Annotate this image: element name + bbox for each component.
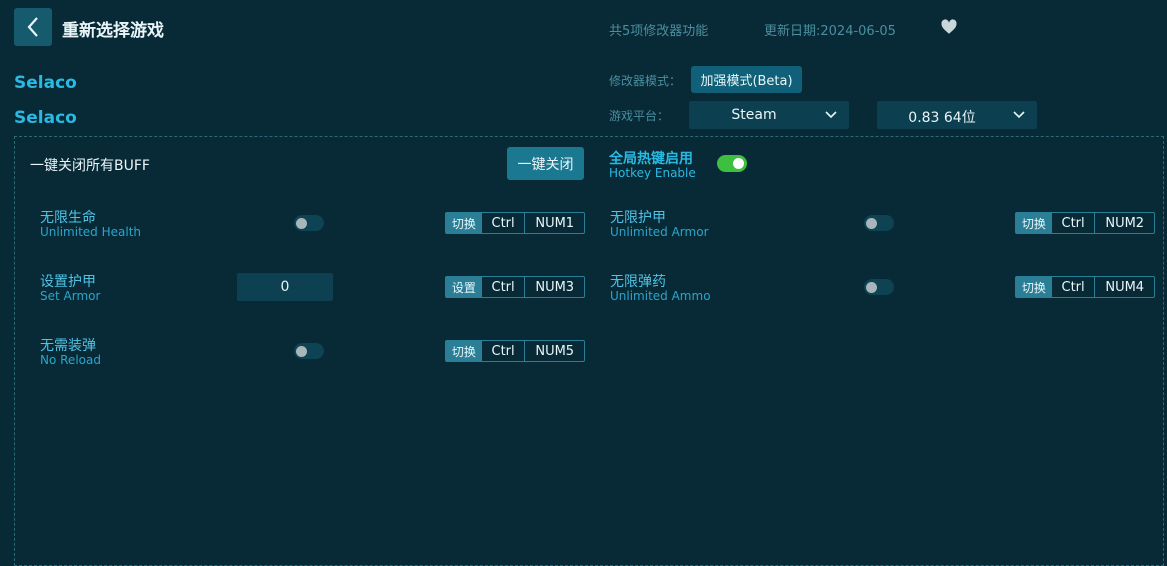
platform-select[interactable]: Steam [689, 101, 849, 129]
hotkey-group: 切换 Ctrl NUM5 [445, 340, 585, 362]
chevron-down-icon [1013, 111, 1025, 119]
option-toggle[interactable] [864, 215, 894, 231]
hotkey-key: NUM5 [535, 343, 575, 359]
option-label: 无限护甲 [610, 210, 666, 226]
armor-value-input[interactable] [237, 273, 333, 301]
option-label-en: Unlimited Health [40, 225, 142, 239]
version-value: 0.83 64位 [908, 110, 976, 126]
hotkey-group: 切换 Ctrl NUM2 [1015, 212, 1155, 234]
hotkey-action-button[interactable]: 切换 [1016, 277, 1052, 297]
hotkey-label: 全局热键启用 [609, 151, 693, 167]
option-label-en: Unlimited Armor [610, 225, 709, 239]
chevron-down-icon [825, 111, 837, 119]
mode-label: 修改器模式： [609, 74, 682, 88]
mode-button[interactable]: 加强模式(Beta) [691, 66, 802, 93]
back-arrow-icon [27, 17, 38, 37]
hotkey-action-button[interactable]: 设置 [446, 277, 482, 297]
option-label-en: No Reload [40, 353, 101, 367]
option-label-en: Unlimited Ammo [610, 289, 711, 303]
hotkey-action-button[interactable]: 切换 [446, 341, 482, 361]
platform-value: Steam [731, 107, 777, 123]
page-title: 重新选择游戏 [62, 21, 164, 41]
close-all-buff-label: 一键关闭所有BUFF [30, 158, 150, 174]
option-toggle[interactable] [864, 279, 894, 295]
option-label-en: Set Armor [40, 289, 101, 303]
heart-icon[interactable] [940, 18, 958, 36]
hotkey-modifier: Ctrl [482, 277, 526, 297]
option-label: 无限弹药 [610, 274, 666, 290]
toggle-knob [733, 158, 744, 169]
update-date: 更新日期:2024-06-05 [764, 24, 896, 39]
close-all-button[interactable]: 一键关闭 [507, 147, 584, 180]
hotkey-modifier: Ctrl [482, 213, 526, 233]
back-button[interactable] [14, 8, 52, 46]
option-label: 无需装弹 [40, 338, 96, 354]
hotkey-key: NUM4 [1105, 279, 1145, 295]
hotkey-modifier: Ctrl [1052, 277, 1096, 297]
hotkey-key: NUM1 [535, 215, 575, 231]
game-name: Selaco [14, 73, 77, 93]
hotkey-action-button[interactable]: 切换 [446, 213, 482, 233]
hotkey-key: NUM2 [1105, 215, 1145, 231]
hotkey-group: 设置 Ctrl NUM3 [445, 276, 585, 298]
hotkey-label-en: Hotkey Enable [609, 166, 696, 180]
hotkey-modifier: Ctrl [482, 341, 526, 361]
feature-count: 共5项修改器功能 [609, 24, 709, 39]
hotkey-group: 切换 Ctrl NUM4 [1015, 276, 1155, 298]
option-toggle[interactable] [294, 343, 324, 359]
option-toggle[interactable] [294, 215, 324, 231]
version-select[interactable]: 0.83 64位 [877, 101, 1037, 129]
hotkey-modifier: Ctrl [1052, 213, 1096, 233]
option-label: 无限生命 [40, 210, 96, 226]
hotkey-toggle[interactable] [717, 155, 747, 172]
option-label: 设置护甲 [40, 274, 96, 290]
game-name-en: Selaco [14, 108, 77, 128]
platform-label: 游戏平台： [609, 109, 670, 123]
hotkey-key: NUM3 [535, 279, 575, 295]
toggle-knob [866, 218, 877, 229]
toggle-knob [296, 218, 307, 229]
toggle-knob [866, 282, 877, 293]
options-panel [14, 136, 1164, 566]
hotkey-group: 切换 Ctrl NUM1 [445, 212, 585, 234]
toggle-knob [296, 346, 307, 357]
hotkey-action-button[interactable]: 切换 [1016, 213, 1052, 233]
